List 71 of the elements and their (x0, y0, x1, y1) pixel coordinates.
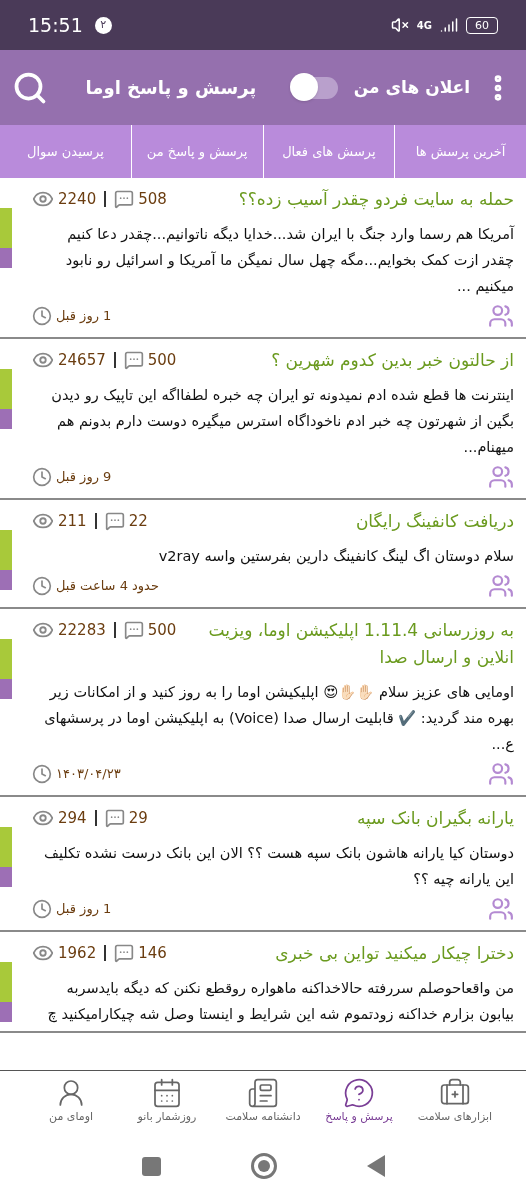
question-excerpt: من واقعاحوصلم سررفته حالاخداکنه ماهواره روقطع نکنن که دیگه بایدسربه بیابون بزارم خداکنه زودتموم شه این شرایط و اینستا وصل شه چیکارامیکنید چ (46, 979, 514, 1025)
card-accent-bar (0, 639, 12, 699)
nav-tab[interactable]: پرسش و پاسخ (319, 1077, 399, 1126)
view-count: 211 (58, 511, 87, 532)
view-count: 294 (58, 808, 87, 829)
clock-icon (32, 899, 52, 919)
users-icon (488, 896, 514, 922)
comment-count: 29 (128, 808, 148, 829)
comment-icon (114, 943, 135, 964)
clock-icon (32, 764, 52, 784)
network-type: 4G (416, 18, 432, 33)
post-time: 1 روز قبل (56, 307, 112, 326)
question-excerpt: آمریکا هم رسما وارد جنگ با ایران شد...خدایا دیگه ناتوانیم...چقدر دعا کنیم چقدر ازت کمک بخوایم...مگه چهل سال نمیگن ما آمریکا و اسرائیل رو نابود میکنیم ... (64, 224, 514, 297)
card-accent-bar (0, 530, 12, 590)
screen-title: پرسش و پاسخ اوما (85, 76, 257, 101)
question-title: از حالتون خبر بدین کدوم شهرین ؟ (270, 349, 514, 373)
calendar-icon (151, 1077, 183, 1110)
card-accent-bar (0, 962, 12, 1022)
recents-button[interactable] (141, 1156, 161, 1176)
comment-icon (114, 189, 135, 210)
view-count: 22283 (58, 620, 106, 641)
notifications-label: اعلان های من (353, 75, 470, 100)
question-title: حمله به سایت فردو چقدر آسیب زده؟؟ (237, 188, 514, 212)
post-time: ۱۴۰۳/۰۴/۲۳ (56, 765, 121, 784)
view-count: 1962 (58, 943, 97, 964)
comment-icon (123, 620, 144, 641)
view-count: 24657 (58, 350, 106, 371)
post-time: 1 روز قبل (56, 900, 112, 919)
notification-badge: ۲ (94, 16, 112, 34)
card-accent-bar (0, 208, 12, 268)
comment-count: 146 (138, 943, 167, 964)
comment-icon (123, 350, 144, 371)
mute-icon (390, 16, 409, 34)
post-time: حدود 4 ساعت قبل (56, 577, 159, 596)
question-excerpt: اومایی های عزیز سلام ✋🏻✋🏻😍 اپلیکیشن اوما را به روز کنید و از امکانات زیر بهره مند گردید: ✔ قابلیت ارسال صدا (Voice) به اپلیکیشن اوما در پرسشهای ع... (43, 683, 514, 755)
nav-tab[interactable]: اومای من (31, 1077, 111, 1126)
question-excerpt: دوستان کیا یارانه هاشون بانک سپه هست ؟؟ الان این بانک درست نشده تکلیف این یارانه چیه ؟؟ (42, 844, 514, 890)
comment-count: 22 (128, 511, 148, 532)
view-count: 2240 (58, 189, 97, 210)
card-accent-bar (0, 369, 12, 429)
question-title: به روزرسانی 1.11.4 اپلیکیشن اوما، ویزیت انلاین و ارسال صدا (207, 619, 514, 669)
question-excerpt: سلام دوستان اگ لینگ کانفینگ دارین بفرستین واسه v2ray (157, 546, 514, 567)
post-time: 9 روز قبل (56, 468, 112, 487)
nav-tab[interactable]: ابزارهای سلامت (415, 1077, 495, 1126)
battery-level: 60 (466, 16, 498, 34)
comment-icon (104, 808, 125, 829)
nav-tab[interactable]: روزشمار بانو (127, 1077, 207, 1126)
comment-count: 500 (147, 350, 177, 371)
card-accent-bar (0, 827, 12, 887)
signal-icon (440, 16, 458, 34)
clock-icon (32, 576, 52, 596)
news-icon (247, 1077, 279, 1110)
clock-icon (32, 467, 52, 487)
nav-tab[interactable]: دانشنامه سلامت (223, 1077, 303, 1126)
question-icon (343, 1077, 375, 1110)
question-title: دریافت کانفینگ رایگان (354, 510, 514, 533)
users-icon (488, 761, 514, 787)
question-excerpt: اینترنت ها قطع شده ادم نمیدونه تو ایران چه خبره لطفااگه این تاپیک رو دیدن بگین از شهرتون چه خبر ادم ناخوداگاه استرس میگیره دوست دارم بدونم هم میهنام... (50, 386, 514, 457)
comment-icon (104, 511, 125, 532)
question-title: دخترا چیکار میکنید تواین بی خبری (274, 942, 514, 966)
clock-time: 15:51 (28, 12, 83, 38)
home-button[interactable] (250, 1153, 277, 1179)
notifications-toggle[interactable] (293, 76, 338, 99)
users-icon (488, 464, 514, 490)
comment-count: 508 (138, 189, 167, 210)
users-icon (488, 303, 514, 329)
question-title: یارانه بگیران بانک سپه (355, 807, 514, 831)
clock-icon (32, 306, 52, 326)
users-icon (488, 573, 514, 599)
comment-count: 500 (147, 620, 177, 641)
back-button[interactable] (366, 1155, 385, 1177)
